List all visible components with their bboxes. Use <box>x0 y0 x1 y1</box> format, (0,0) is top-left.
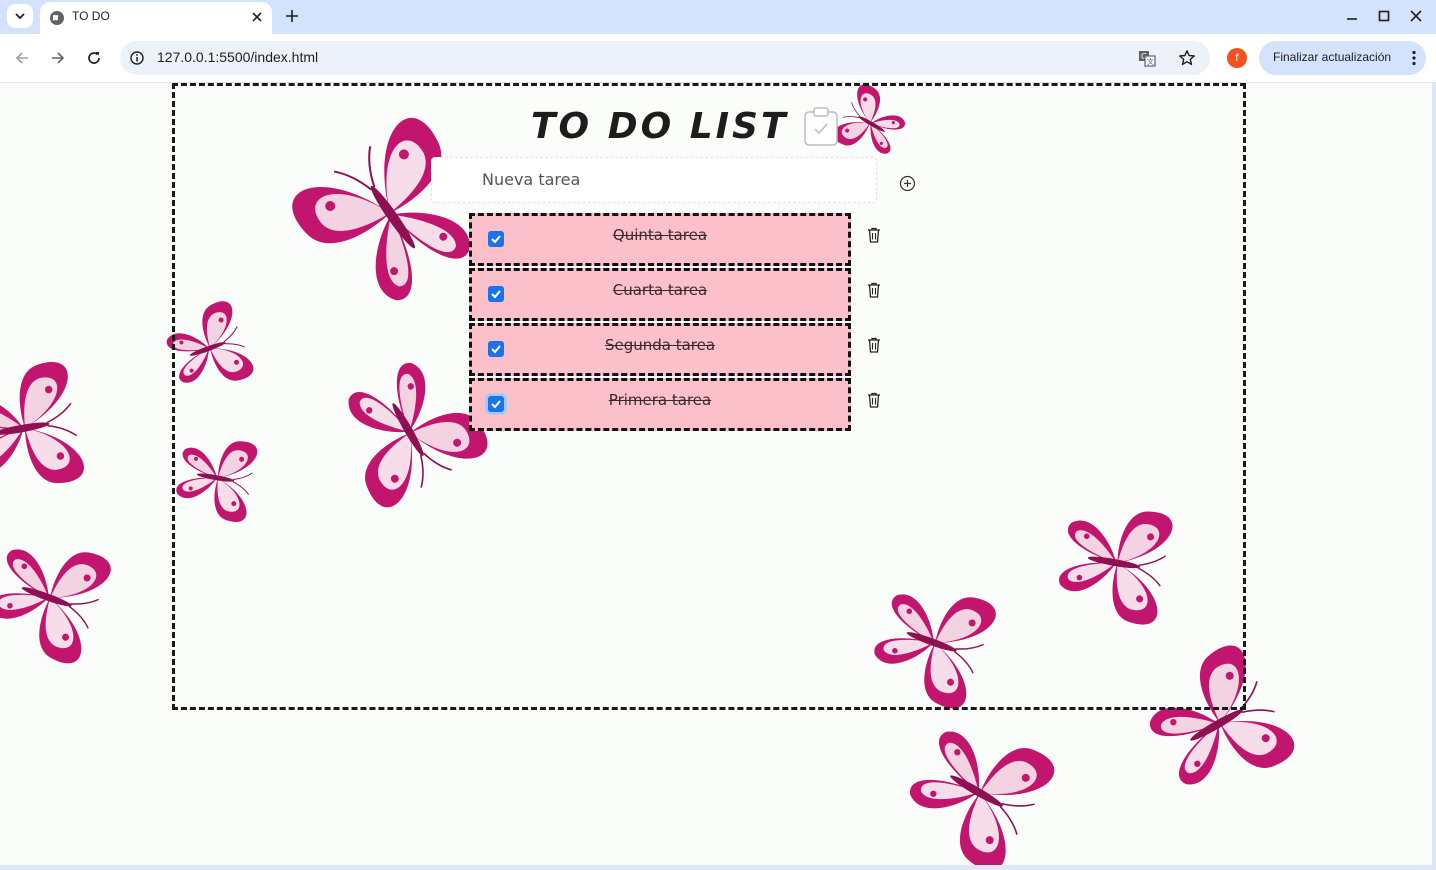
back-icon[interactable] <box>14 50 30 66</box>
profile-avatar[interactable]: f <box>1227 48 1247 68</box>
task-text: Primera tarea <box>608 391 712 409</box>
update-browser-button[interactable]: Finalizar actualización <box>1259 41 1426 75</box>
butterfly-icon <box>0 503 154 693</box>
close-icon[interactable] <box>250 10 264 24</box>
add-circle-icon[interactable] <box>899 175 916 192</box>
task-text: Cuarta tarea <box>612 281 708 299</box>
address-bar[interactable]: 127.0.0.1:5500/index.html G文 <box>120 41 1210 75</box>
svg-text:文: 文 <box>1147 57 1154 66</box>
butterfly-icon <box>0 339 122 516</box>
todo-container: TO DO LIST Quinta tarea Cuarta tarea <box>172 83 1246 710</box>
chevron-down-icon <box>15 13 25 20</box>
minimize-icon[interactable] <box>1345 9 1359 23</box>
title-area: TO DO LIST <box>531 106 839 147</box>
task-item: Primera tarea <box>469 378 851 431</box>
task-text: Segunda tarea <box>604 336 716 354</box>
trash-icon[interactable] <box>867 337 881 353</box>
new-task-field[interactable] <box>431 157 877 203</box>
page-title: TO DO LIST <box>531 106 789 147</box>
url-text: 127.0.0.1:5500/index.html <box>157 49 319 65</box>
task-item: Quinta tarea <box>469 213 851 266</box>
maximize-icon[interactable] <box>1377 9 1391 23</box>
trash-icon[interactable] <box>867 227 881 243</box>
info-icon[interactable] <box>130 51 144 65</box>
translate-icon[interactable]: G文 <box>1138 50 1156 67</box>
plus-icon[interactable] <box>284 8 300 24</box>
active-tab[interactable]: TO DO <box>40 2 272 34</box>
tab-strip: TO DO <box>0 0 1436 34</box>
forward-icon[interactable] <box>50 50 66 66</box>
trash-icon[interactable] <box>867 392 881 408</box>
clipboard-check-icon <box>803 106 838 146</box>
task-item: Cuarta tarea <box>469 268 851 321</box>
page-viewport: TO DO LIST Quinta tarea Cuarta tarea <box>0 83 1432 865</box>
trash-icon[interactable] <box>867 282 881 298</box>
browser-toolbar: 127.0.0.1:5500/index.html G文 <box>0 34 1436 83</box>
star-icon[interactable] <box>1178 49 1196 67</box>
tab-title: TO DO <box>72 9 110 23</box>
reload-icon[interactable] <box>86 50 102 66</box>
window-close-icon[interactable] <box>1409 9 1423 23</box>
globe-icon <box>50 11 64 25</box>
more-vert-icon <box>1412 50 1416 66</box>
window-bottom-edge <box>0 865 1436 870</box>
update-button-label: Finalizar actualización <box>1273 50 1392 64</box>
task-item: Segunda tarea <box>469 323 851 376</box>
new-task-input[interactable] <box>480 169 864 190</box>
tab-search-button[interactable] <box>7 4 33 28</box>
task-text: Quinta tarea <box>612 226 708 244</box>
